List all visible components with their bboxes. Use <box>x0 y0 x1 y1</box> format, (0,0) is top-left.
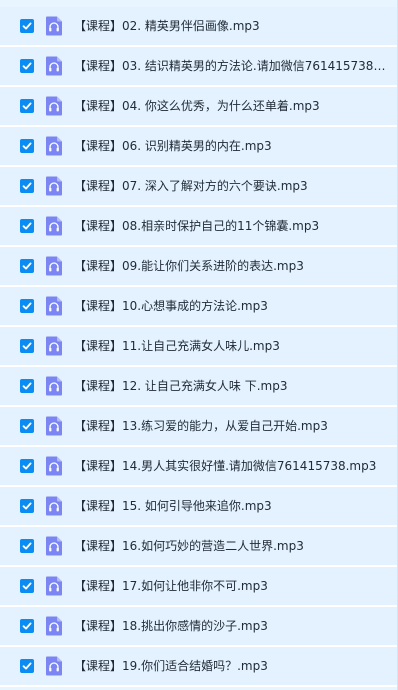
audio-file-icon <box>45 416 63 436</box>
file-row[interactable]: 【课程】08.相亲时保护自己的11个锦囊.mp3 <box>0 207 397 247</box>
file-row[interactable]: 【课程】13.练习爱的能力，从爱自己开始.mp3 <box>0 407 397 447</box>
checkmark-icon <box>22 622 32 630</box>
audio-file-icon <box>45 536 63 556</box>
checkmark-icon <box>22 582 32 590</box>
checkmark-icon <box>22 182 32 190</box>
file-name: 【课程】17.如何让他非你不可.mp3 <box>74 579 268 593</box>
file-checkbox[interactable] <box>20 219 34 233</box>
audio-file-icon <box>45 16 63 36</box>
audio-file-icon <box>45 656 63 676</box>
audio-file-icon <box>45 376 63 396</box>
file-row[interactable]: 【课程】16.如何巧妙的营造二人世界.mp3 <box>0 527 397 567</box>
audio-file-icon <box>45 56 63 76</box>
audio-file-icon <box>45 616 63 636</box>
file-name: 【课程】08.相亲时保护自己的11个锦囊.mp3 <box>74 219 320 233</box>
file-name: 【课程】16.如何巧妙的营造二人世界.mp3 <box>74 539 304 553</box>
file-row[interactable]: 【课程】14.男人其实很好懂.请加微信761415738.mp3 <box>0 447 397 487</box>
file-row[interactable]: 【课程】18.挑出你感情的沙子.mp3 <box>0 607 397 647</box>
file-checkbox[interactable] <box>20 339 34 353</box>
file-row[interactable]: 【课程】06. 识别精英男的内在.mp3 <box>0 127 397 167</box>
checkmark-icon <box>22 422 32 430</box>
file-checkbox[interactable] <box>20 179 34 193</box>
file-name: 【课程】09.能让你们关系进阶的表达.mp3 <box>74 259 304 273</box>
file-checkbox[interactable] <box>20 99 34 113</box>
checkmark-icon <box>22 262 32 270</box>
checkmark-icon <box>22 142 32 150</box>
file-row[interactable]: 【课程】07. 深入了解对方的六个要诀.mp3 <box>0 167 397 207</box>
checkmark-icon <box>22 542 32 550</box>
file-checkbox[interactable] <box>20 259 34 273</box>
file-row[interactable]: 【课程】19.你们适合结婚吗？.mp3 <box>0 647 397 687</box>
file-name: 【课程】19.你们适合结婚吗？.mp3 <box>74 659 268 673</box>
file-checkbox[interactable] <box>20 19 34 33</box>
audio-file-icon <box>45 576 63 596</box>
file-row[interactable]: 【课程】04. 你这么优秀，为什么还单着.mp3 <box>0 87 397 127</box>
file-row[interactable]: 【课程】03. 结识精英男的方法论.请加微信761415738.... <box>0 47 397 87</box>
file-name: 【课程】18.挑出你感情的沙子.mp3 <box>74 619 268 633</box>
file-name: 【课程】02. 精英男伴侣画像.mp3 <box>74 19 260 33</box>
file-row[interactable]: 【课程】15. 如何引导他来追你.mp3 <box>0 487 397 527</box>
file-name: 【课程】07. 深入了解对方的六个要诀.mp3 <box>74 179 308 193</box>
audio-file-icon <box>45 456 63 476</box>
file-checkbox[interactable] <box>20 619 34 633</box>
file-checkbox[interactable] <box>20 299 34 313</box>
file-checkbox[interactable] <box>20 539 34 553</box>
file-name: 【课程】14.男人其实很好懂.请加微信761415738.mp3 <box>74 459 377 473</box>
checkmark-icon <box>22 502 32 510</box>
audio-file-icon <box>45 96 63 116</box>
file-row[interactable]: 【课程】09.能让你们关系进阶的表达.mp3 <box>0 247 397 287</box>
checkmark-icon <box>22 462 32 470</box>
file-name: 【课程】10.心想事成的方法论.mp3 <box>74 299 268 313</box>
checkmark-icon <box>22 342 32 350</box>
file-name: 【课程】11.让自己充满女人味儿.mp3 <box>74 339 280 353</box>
file-row[interactable]: 【课程】17.如何让他非你不可.mp3 <box>0 567 397 607</box>
audio-file-icon <box>45 136 63 156</box>
file-name: 【课程】04. 你这么优秀，为什么还单着.mp3 <box>74 99 320 113</box>
file-row[interactable]: 【课程】02. 精英男伴侣画像.mp3 <box>0 7 397 47</box>
file-checkbox[interactable] <box>20 579 34 593</box>
checkmark-icon <box>22 62 32 70</box>
audio-file-icon <box>45 256 63 276</box>
file-name: 【课程】13.练习爱的能力，从爱自己开始.mp3 <box>74 419 328 433</box>
file-row[interactable]: 【课程】11.让自己充满女人味儿.mp3 <box>0 327 397 367</box>
file-checkbox[interactable] <box>20 499 34 513</box>
audio-file-icon <box>45 176 63 196</box>
audio-file-icon <box>45 216 63 236</box>
file-checkbox[interactable] <box>20 659 34 673</box>
audio-file-icon <box>45 336 63 356</box>
file-checkbox[interactable] <box>20 59 34 73</box>
checkmark-icon <box>22 382 32 390</box>
file-name: 【课程】15. 如何引导他来追你.mp3 <box>74 499 272 513</box>
file-list: 【课程】02. 精英男伴侣画像.mp3 【课程】03. 结识精英男的方法论.请加微… <box>0 0 398 690</box>
file-row[interactable]: 【课程】12. 让自己充满女人味 下.mp3 <box>0 367 397 407</box>
checkmark-icon <box>22 302 32 310</box>
file-checkbox[interactable] <box>20 139 34 153</box>
checkmark-icon <box>22 662 32 670</box>
file-checkbox[interactable] <box>20 419 34 433</box>
audio-file-icon <box>45 496 63 516</box>
file-name: 【课程】06. 识别精英男的内在.mp3 <box>74 139 272 153</box>
checkmark-icon <box>22 102 32 110</box>
file-checkbox[interactable] <box>20 459 34 473</box>
file-checkbox[interactable] <box>20 379 34 393</box>
file-name: 【课程】12. 让自己充满女人味 下.mp3 <box>74 379 288 393</box>
file-name: 【课程】03. 结识精英男的方法论.请加微信761415738.... <box>74 59 386 73</box>
audio-file-icon <box>45 296 63 316</box>
checkmark-icon <box>22 222 32 230</box>
checkmark-icon <box>22 22 32 30</box>
file-row[interactable]: 【课程】10.心想事成的方法论.mp3 <box>0 287 397 327</box>
